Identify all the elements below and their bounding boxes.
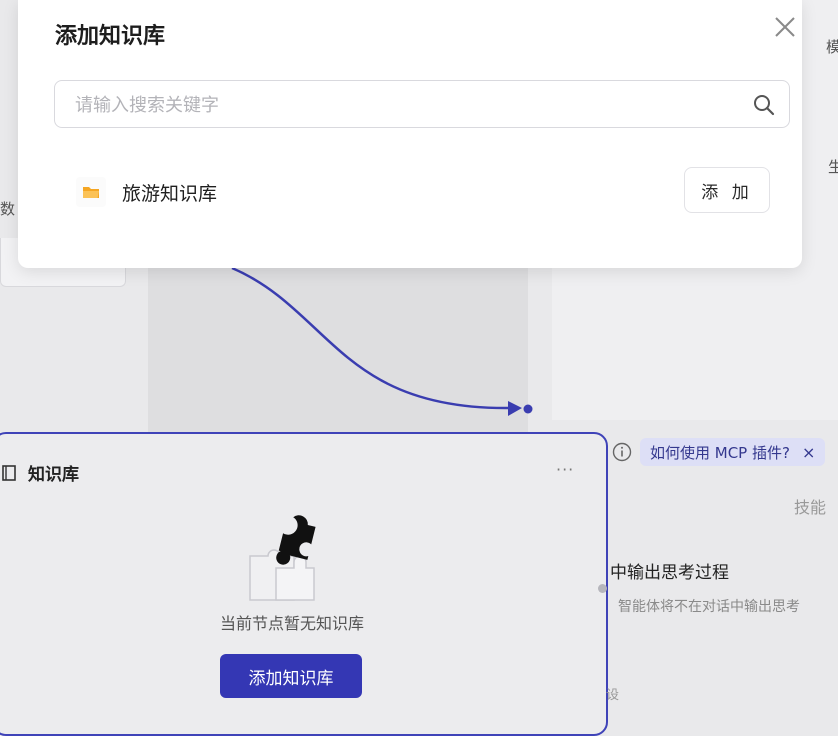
- add-knowledge-dialog: 添加知识库 旅游知识库 添 加: [18, 0, 802, 268]
- more-options-button[interactable]: ···: [556, 460, 574, 479]
- skill-label: 技能: [794, 498, 827, 517]
- add-knowledge-base-button[interactable]: 添加知识库: [220, 654, 362, 698]
- info-icon: [612, 442, 632, 462]
- book-icon: [2, 464, 16, 481]
- bottom-fragment-text: 设: [606, 688, 620, 703]
- knowledge-node[interactable]: 知识库 ··· 当前节点暂无知识库 添加知识库: [0, 432, 608, 736]
- folder-icon: [76, 177, 106, 207]
- node-header: 知识库: [2, 460, 79, 485]
- thinking-output-description: 智能体将不在对话中输出思考: [618, 599, 800, 615]
- search-box: [54, 80, 790, 129]
- mcp-hint-row: 如何使用 MCP 插件? ×: [612, 438, 826, 466]
- list-item: 旅游知识库: [76, 172, 786, 212]
- knowledge-base-name: 旅游知识库: [122, 182, 218, 205]
- add-button[interactable]: 添 加: [684, 167, 770, 213]
- node-output-port[interactable]: [598, 584, 607, 593]
- thinking-output-title: 中输出思考过程: [610, 563, 729, 583]
- search-icon[interactable]: [753, 94, 775, 116]
- puzzle-illustration-icon: [249, 515, 316, 601]
- close-icon[interactable]: ×: [802, 443, 815, 462]
- search-input[interactable]: [73, 81, 727, 129]
- dialog-title: 添加知识库: [55, 24, 166, 49]
- empty-state-text: 当前节点暂无知识库: [219, 614, 364, 633]
- mcp-help-link[interactable]: 如何使用 MCP 插件?: [650, 442, 790, 463]
- mcp-help-pill[interactable]: 如何使用 MCP 插件? ×: [640, 438, 826, 466]
- node-title: 知识库: [28, 465, 79, 485]
- close-icon[interactable]: [772, 14, 798, 40]
